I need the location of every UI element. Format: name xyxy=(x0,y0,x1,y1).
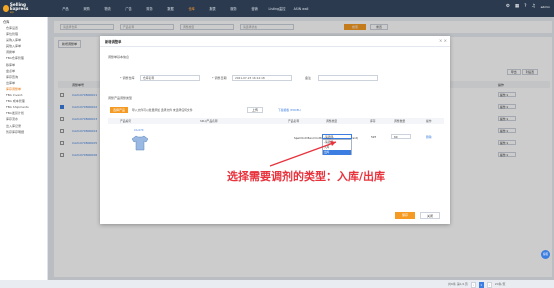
bell-icon[interactable]: ♫ xyxy=(532,4,536,9)
th-name: 产品名称 xyxy=(288,119,300,123)
nav-item[interactable]: 服务 xyxy=(223,6,244,11)
nav-item[interactable]: 营销 xyxy=(244,6,265,11)
th-type: 调整类型 xyxy=(326,119,338,123)
nav-item-active[interactable]: 仓库 xyxy=(181,6,202,11)
warehouse-label: * 调整仓库 xyxy=(120,76,135,80)
sidebar-group[interactable]: 仓库 xyxy=(0,17,47,25)
annotation-note: 选择需要调剂的类型：入库/出库 xyxy=(227,170,386,183)
logo-icon xyxy=(3,5,9,12)
logo-subtitle: erp xyxy=(9,11,14,14)
section-products-title: 调整产品调整类型 xyxy=(108,96,133,100)
nav-item[interactable]: Listing监控 xyxy=(265,6,289,11)
nav-item[interactable]: 数据 xyxy=(160,6,181,11)
delete-link[interactable]: 删除 xyxy=(426,135,432,139)
product-table-header: 产品编号 SKU/产品名称 产品名称 调整类型 库存 调整数量 操作 xyxy=(108,118,444,124)
nav-item[interactable]: 产品 xyxy=(55,6,76,11)
modal-title: 新增调整单 xyxy=(105,40,122,44)
page-size[interactable]: 20条/页 xyxy=(495,282,506,288)
th-sku: SKU/产品名称 xyxy=(200,119,218,123)
top-icons: ⚙ ▦ ? ♫ admin xyxy=(506,4,550,9)
date-label: * 调整日期 xyxy=(212,76,227,80)
divider xyxy=(100,46,450,47)
stock-value: 597 xyxy=(371,135,377,139)
sidebar: 仓库 仓库设置 库位管理 采购入库单 其他入库单 调拨单 FBA仓库管理 移库单 盘点单 库存查… xyxy=(0,17,48,280)
product-row: CA-070 Spell Knit Band Cotton Cover (TPU… xyxy=(108,125,444,155)
pagination: 共6条 第1/1页 ‹ 1 › 20条/页 xyxy=(448,282,506,288)
section-basic-title: 调整单基本信息 xyxy=(108,55,130,59)
th-op: 操作 xyxy=(426,119,432,123)
note-label: 备注 xyxy=(305,76,312,80)
save-button[interactable]: 保存 xyxy=(395,212,415,219)
grid-icon[interactable]: ▦ xyxy=(515,4,519,9)
upload-button[interactable]: 上传 xyxy=(247,107,263,113)
cancel-button[interactable]: 关闭 xyxy=(420,212,440,219)
nav-item[interactable]: 物流 xyxy=(97,6,118,11)
add-adjust-modal: 新增调整单 × × 调整单基本信息 * 调整仓库 仓库名称 * 调整日期 202… xyxy=(100,36,450,224)
customer-service-button[interactable]: 客服 xyxy=(541,250,550,259)
page-number[interactable]: 1 xyxy=(478,282,484,288)
nav-item[interactable]: 报表 xyxy=(202,6,223,11)
close-icon[interactable]: × × xyxy=(439,38,447,43)
download-template-link[interactable]: 下载模板 (EXCEL) xyxy=(278,108,301,112)
option-outbound[interactable]: 出库 xyxy=(323,150,351,155)
th-code: 产品编号 xyxy=(120,119,132,123)
nav-item[interactable]: 采购 xyxy=(76,6,97,11)
main-nav: 产品 采购 物流 广告 财务 数据 仓库 报表 服务 营销 Listing监控 … xyxy=(55,0,313,17)
th-qty: 调整数量 xyxy=(394,119,406,123)
date-input[interactable]: 2021-07-23 16:14:18 xyxy=(232,75,292,81)
th-stock: 库存 xyxy=(370,119,376,123)
import-text[interactable]: 导入文件可以批量添加 选择文件 未选择任何文件 xyxy=(132,108,193,112)
app-logo[interactable]: Selling Express erp xyxy=(0,0,40,17)
quantity-input[interactable]: 60 xyxy=(391,134,411,139)
top-navbar: Selling Express erp 产品 采购 物流 广告 财务 数据 仓库… xyxy=(0,0,554,17)
user-name[interactable]: admin xyxy=(541,5,550,9)
logo-title: Selling Express xyxy=(9,2,29,11)
nav-item[interactable]: ASIN wall xyxy=(289,7,313,11)
sidebar-item[interactable]: 暂存库存明细 xyxy=(0,129,47,135)
note-input[interactable] xyxy=(318,75,378,81)
adjust-type-dropdown: -请选择- 入库 出库 xyxy=(322,139,352,155)
warehouse-select[interactable]: 仓库名称 xyxy=(140,75,200,81)
product-sku[interactable]: CA-070 xyxy=(134,129,143,132)
settings-icon[interactable]: ⚙ xyxy=(506,4,510,9)
select-product-button[interactable]: 选择产品 xyxy=(110,107,128,113)
page-total: 共6条 第1/1页 xyxy=(448,282,468,286)
next-page[interactable]: › xyxy=(486,282,492,288)
product-shirt-icon xyxy=(131,135,149,151)
help-icon[interactable]: ? xyxy=(524,4,526,9)
prev-page[interactable]: ‹ xyxy=(470,282,476,288)
nav-item[interactable]: 财务 xyxy=(139,6,160,11)
nav-item[interactable]: 广告 xyxy=(118,6,139,11)
